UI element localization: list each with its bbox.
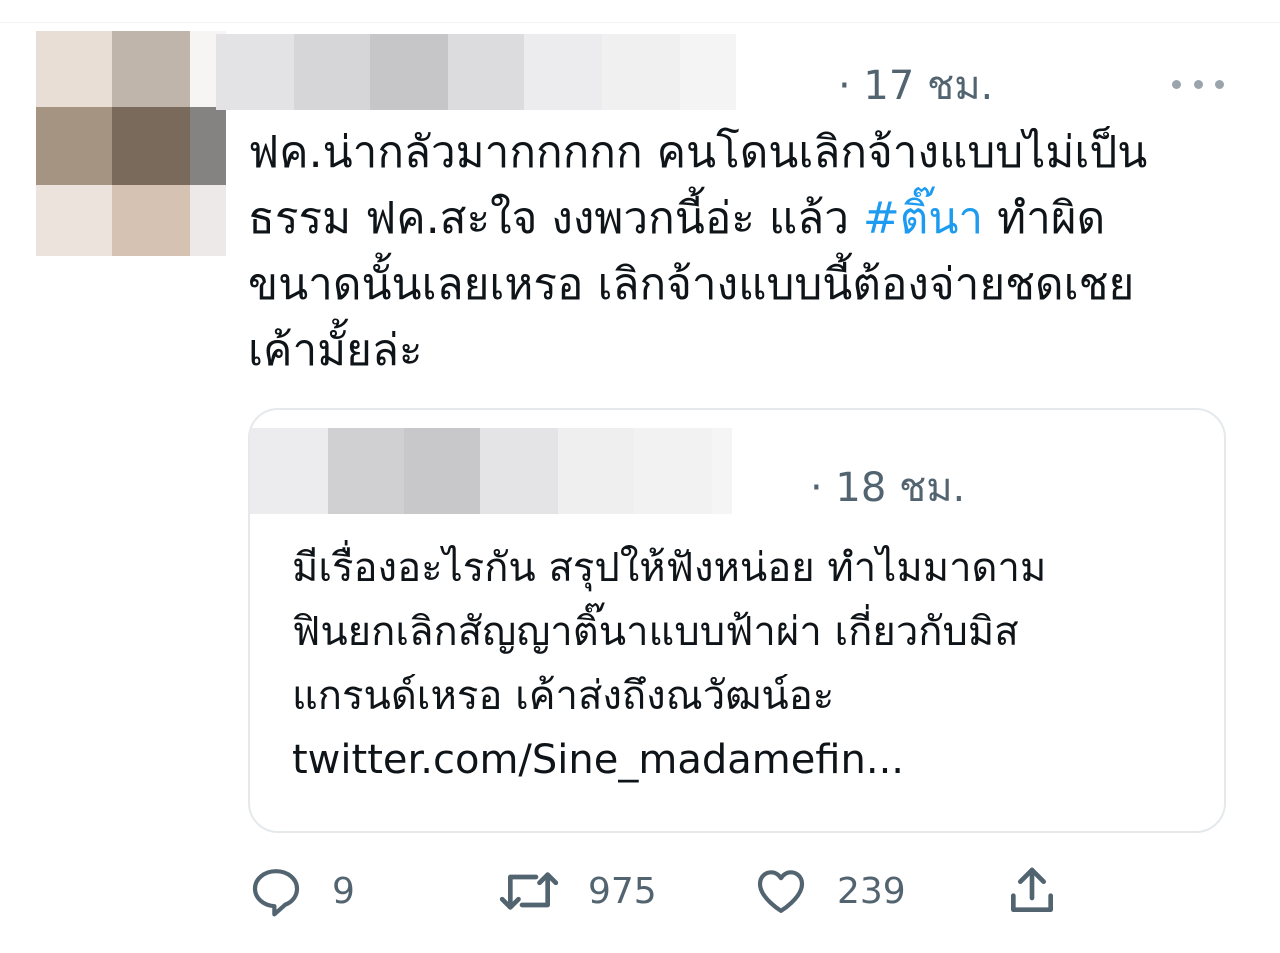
quoted-tweet-text: มีเรื่องอะไรกัน สรุปให้ฟังหน่อย ทำไมมาดา…: [292, 536, 1212, 792]
quoted-tweet-card[interactable]: · 18 ชม. มีเรื่องอะไรกัน สรุปให้ฟังหน่อย…: [248, 408, 1226, 833]
quoted-tweet-body: มีเรื่องอะไรกัน สรุปให้ฟังหน่อย ทำไมมาดา…: [292, 545, 1047, 719]
tweet-timestamp[interactable]: · 17 ชม.: [838, 60, 993, 112]
reply-count: 9: [332, 870, 355, 912]
author-name-censored[interactable]: [216, 34, 736, 110]
top-divider: [0, 22, 1280, 23]
retweet-icon: [498, 863, 560, 919]
tweet-actions: 9 975 239: [248, 860, 1078, 922]
more-horizontal-icon[interactable]: [1172, 74, 1224, 94]
quoted-tweet-link[interactable]: twitter.com/Sine_madamefin...: [292, 737, 904, 783]
hashtag-link[interactable]: #ติ๊นา: [863, 193, 983, 244]
quoted-author-censored: [250, 428, 732, 514]
avatar[interactable]: [36, 31, 226, 256]
reply-button[interactable]: 9: [248, 860, 355, 922]
tweet-text: ฟค.น่ากลัวมากกกกก คนโดนเลิกจ้างแบบไม่เป็…: [248, 120, 1238, 384]
like-button[interactable]: 239: [753, 860, 906, 922]
like-count: 239: [837, 870, 906, 912]
quoted-tweet-timestamp: · 18 ชม.: [810, 465, 966, 511]
share-icon: [1004, 863, 1060, 919]
reply-icon: [248, 863, 304, 919]
share-button[interactable]: [1004, 860, 1060, 922]
retweet-count: 975: [588, 870, 657, 912]
like-icon: [753, 863, 809, 919]
retweet-button[interactable]: 975: [498, 860, 657, 922]
